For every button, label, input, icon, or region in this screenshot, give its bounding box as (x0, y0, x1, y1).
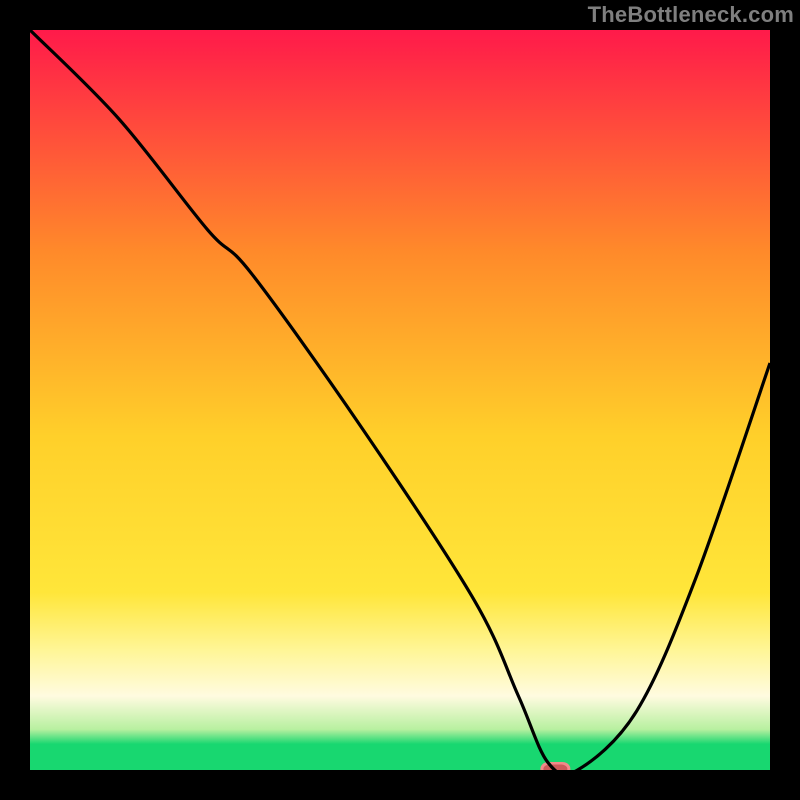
bottleneck-chart (0, 0, 800, 800)
gradient-background (30, 30, 770, 770)
frame (0, 0, 30, 800)
frame (0, 770, 800, 800)
chart-container: { "watermark": "TheBottleneck.com", "col… (0, 0, 800, 800)
frame (770, 0, 800, 800)
watermark-text: TheBottleneck.com (588, 2, 794, 28)
